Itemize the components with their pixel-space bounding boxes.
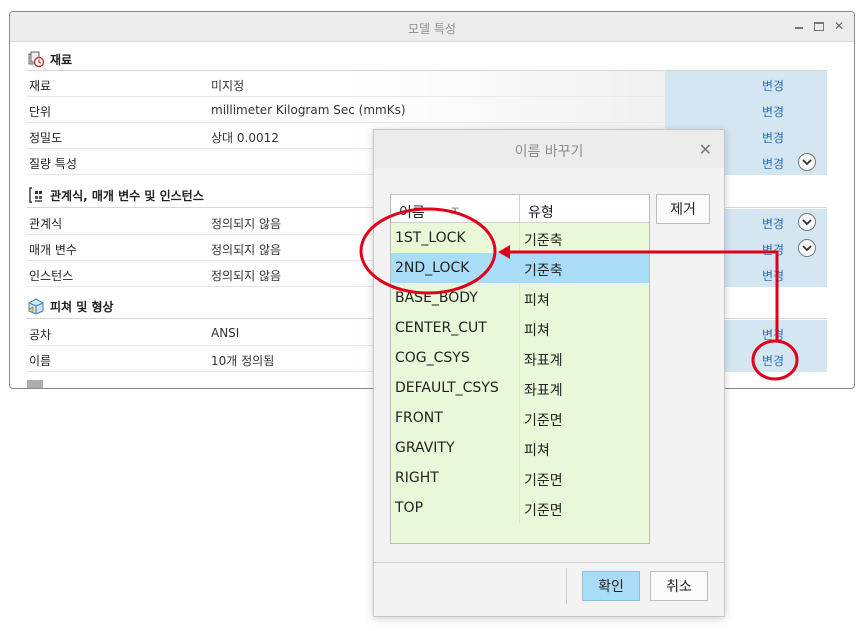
list-item[interactable]: RIGHT 기준면 — [391, 463, 649, 493]
section-header-features: 피쳐 및 형상 — [27, 295, 114, 317]
list-header: 이름 ㅈ 유형 — [391, 195, 649, 223]
row-value: 상대 0.0012 — [211, 131, 279, 145]
window-titlebar[interactable]: 모델 특성 ✕ — [10, 12, 854, 42]
change-link[interactable]: 변경 — [762, 352, 784, 369]
footer-separator — [566, 568, 567, 604]
list-item[interactable]: CENTER_CUT 피쳐 — [391, 313, 649, 343]
material-icon — [28, 51, 45, 68]
row-label: 단위 — [29, 105, 52, 119]
rename-list[interactable]: 이름 ㅈ 유형 1ST_LOCK 기준축 2ND_LOCK 기준축 BASE_B… — [390, 194, 650, 544]
dialog-titlebar[interactable]: 이름 바꾸기 ✕ — [374, 130, 724, 168]
dialog-title: 이름 바꾸기 — [514, 144, 584, 160]
footer-divider — [374, 562, 724, 563]
ok-button[interactable]: 확인 — [582, 571, 640, 601]
column-header-name[interactable]: 이름 — [399, 202, 425, 222]
section-title: 피쳐 및 형상 — [50, 299, 114, 314]
list-item[interactable]: FRONT 기준면 — [391, 403, 649, 433]
column-header-type[interactable]: 유형 — [528, 202, 554, 222]
features-icon — [28, 298, 44, 315]
row-value: 10개 정의됨 — [211, 354, 275, 368]
minimize-icon[interactable] — [792, 19, 806, 33]
row-value: 정의되지 않음 — [211, 269, 282, 283]
list-item[interactable]: COG_CSYS 좌표계 — [391, 343, 649, 373]
change-link[interactable]: 변경 — [762, 215, 784, 232]
cancel-button[interactable]: 취소 — [650, 571, 708, 601]
change-link[interactable]: 변경 — [762, 267, 784, 284]
list-item[interactable]: DEFAULT_CSYS 좌표계 — [391, 373, 649, 403]
change-link[interactable]: 변경 — [762, 77, 784, 94]
row-label: 인스턴스 — [29, 269, 74, 283]
section-header-relations: 관계식, 매개 변수 및 인스턴스 — [27, 184, 204, 206]
row-label: 질량 특성 — [29, 157, 77, 171]
remove-button[interactable]: 제거 — [656, 194, 710, 224]
row-value: 미지정 — [211, 79, 245, 93]
rename-dialog: 이름 바꾸기 ✕ 이름 ㅈ 유형 1ST_LOCK 기준축 2ND_LOCK 기… — [373, 129, 725, 617]
change-link[interactable]: 변경 — [762, 103, 784, 120]
window-controls: ✕ — [792, 19, 846, 33]
relations-icon — [29, 187, 42, 203]
chevron-down-icon[interactable] — [798, 153, 816, 171]
row-label: 매개 변수 — [29, 243, 77, 257]
window-title: 모델 특성 — [408, 22, 456, 36]
row-value: millimeter Kilogram Sec (mmKs) — [211, 103, 406, 117]
next-section-icon — [27, 380, 43, 388]
row-label: 관계식 — [29, 217, 63, 231]
row-value: 정의되지 않음 — [211, 243, 282, 257]
row-material: 재료 미지정 변경 — [27, 71, 827, 97]
section-header-material: 재료 — [27, 48, 72, 70]
section-title: 재료 — [50, 52, 73, 67]
close-icon[interactable]: ✕ — [699, 140, 712, 159]
change-link[interactable]: 변경 — [762, 326, 784, 343]
change-link[interactable]: 변경 — [762, 241, 784, 258]
chevron-down-icon[interactable] — [798, 213, 816, 231]
change-link[interactable]: 변경 — [762, 129, 784, 146]
chevron-down-icon[interactable] — [798, 239, 816, 257]
list-item[interactable]: BASE_BODY 피쳐 — [391, 283, 649, 313]
sort-icon[interactable]: ㅈ — [449, 201, 461, 220]
maximize-icon[interactable] — [812, 19, 826, 33]
row-label: 공차 — [29, 328, 52, 342]
section-title: 관계식, 매개 변수 및 인스턴스 — [50, 188, 204, 203]
list-item[interactable]: 1ST_LOCK 기준축 — [391, 223, 649, 253]
close-icon[interactable]: ✕ — [832, 19, 846, 33]
row-value: ANSI — [211, 326, 240, 340]
change-link[interactable]: 변경 — [762, 155, 784, 172]
row-label: 정밀도 — [29, 131, 63, 145]
row-units: 단위 millimeter Kilogram Sec (mmKs) 변경 — [27, 97, 827, 123]
list-item-selected[interactable]: 2ND_LOCK 기준축 — [391, 253, 649, 283]
row-label: 재료 — [29, 79, 52, 93]
list-item[interactable]: GRAVITY 피쳐 — [391, 433, 649, 463]
list-item[interactable]: TOP 기준면 — [391, 493, 649, 523]
row-value: 정의되지 않음 — [211, 217, 282, 231]
row-label: 이름 — [29, 354, 52, 368]
